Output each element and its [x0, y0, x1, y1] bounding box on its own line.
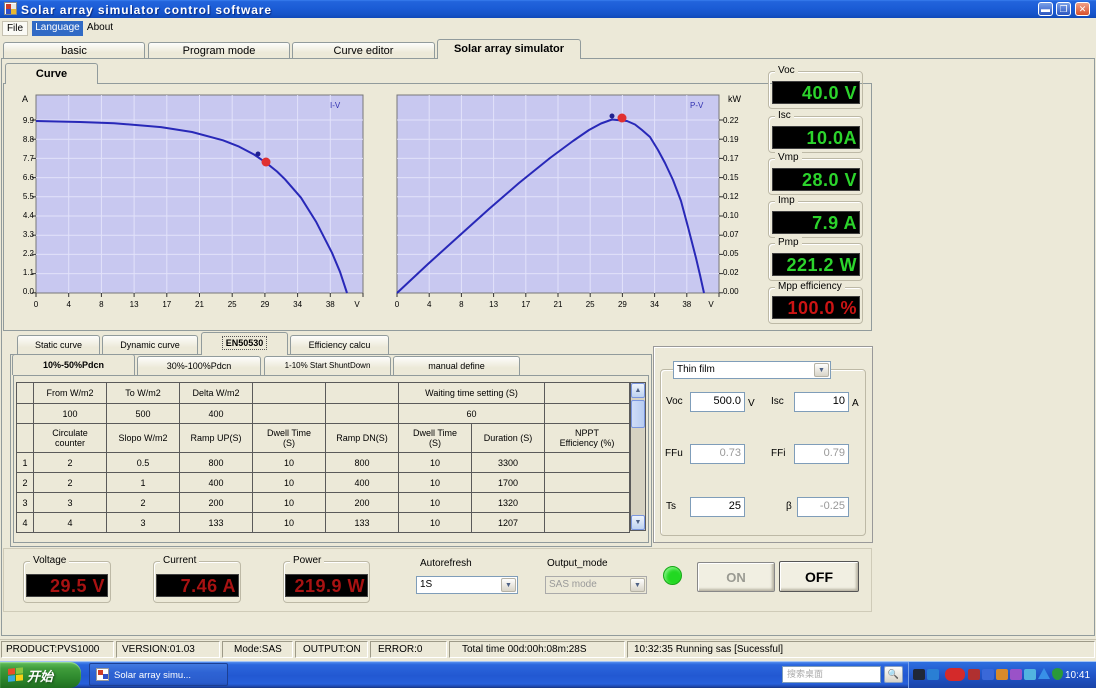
svg-text:0.0: 0.0 [23, 287, 35, 296]
svg-text:2.2: 2.2 [23, 249, 35, 258]
svg-text:9.9: 9.9 [23, 116, 35, 125]
svg-text:0.12: 0.12 [723, 192, 739, 201]
svg-text:21: 21 [554, 300, 563, 309]
svg-text:0.15: 0.15 [723, 173, 739, 182]
svg-text:kW: kW [728, 94, 742, 104]
svg-text:17: 17 [521, 300, 530, 309]
svg-text:34: 34 [293, 300, 302, 309]
svg-text:V: V [708, 300, 714, 309]
svg-text:34: 34 [650, 300, 659, 309]
svg-text:5.5: 5.5 [23, 192, 35, 201]
svg-text:17: 17 [162, 300, 171, 309]
svg-text:13: 13 [489, 300, 498, 309]
svg-text:3.3: 3.3 [23, 230, 35, 239]
svg-text:0.19: 0.19 [723, 135, 739, 144]
svg-text:4: 4 [66, 300, 71, 309]
svg-text:8: 8 [99, 300, 104, 309]
svg-text:21: 21 [195, 300, 204, 309]
svg-text:29: 29 [260, 300, 269, 309]
svg-text:25: 25 [586, 300, 595, 309]
svg-text:0.10: 0.10 [723, 211, 739, 220]
svg-text:29: 29 [618, 300, 627, 309]
svg-text:0: 0 [34, 300, 39, 309]
svg-text:8: 8 [459, 300, 464, 309]
svg-text:0.02: 0.02 [723, 268, 739, 277]
svg-text:0.07: 0.07 [723, 230, 739, 239]
svg-text:38: 38 [326, 300, 335, 309]
svg-text:8.8: 8.8 [23, 135, 35, 144]
svg-text:25: 25 [228, 300, 237, 309]
svg-text:7.7: 7.7 [23, 154, 35, 163]
svg-text:A: A [22, 94, 28, 104]
svg-text:V: V [354, 300, 360, 309]
svg-text:4: 4 [427, 300, 432, 309]
svg-text:38: 38 [682, 300, 691, 309]
svg-text:I-V: I-V [330, 101, 341, 110]
svg-text:0.17: 0.17 [723, 154, 739, 163]
svg-text:0.00: 0.00 [723, 287, 739, 296]
svg-text:13: 13 [130, 300, 139, 309]
svg-text:0.22: 0.22 [723, 116, 739, 125]
svg-text:P-V: P-V [690, 101, 704, 110]
svg-text:1.1: 1.1 [23, 268, 35, 277]
svg-text:0.05: 0.05 [723, 249, 739, 258]
svg-text:4.4: 4.4 [23, 211, 35, 220]
svg-text:0: 0 [395, 300, 400, 309]
svg-text:6.6: 6.6 [23, 173, 35, 182]
